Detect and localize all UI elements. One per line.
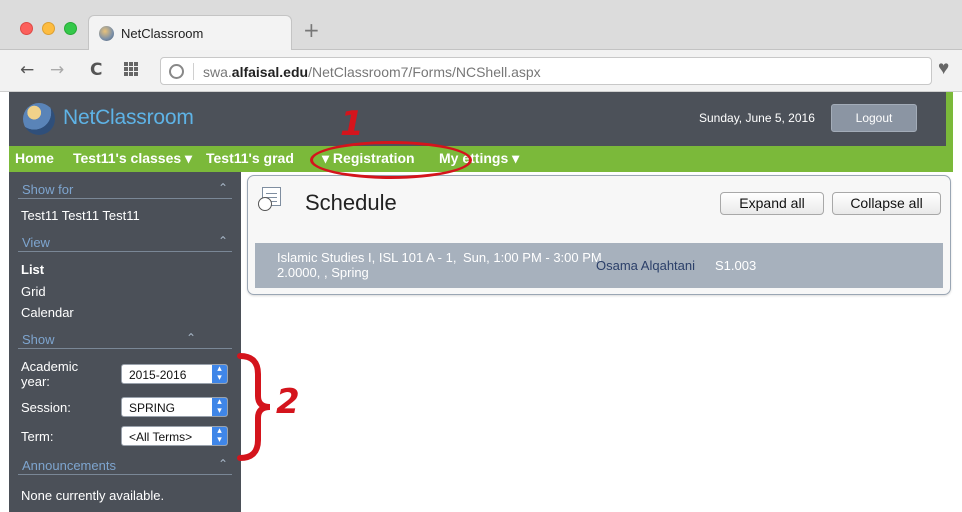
menu-home[interactable]: Home [15,150,54,166]
browser-tab[interactable]: NetClassroom [88,15,292,51]
close-window-button[interactable] [20,22,33,35]
academic-year-label: Academic year: [21,359,79,389]
logout-button[interactable]: Logout [831,104,917,132]
app-name: NetClassroom [63,106,194,129]
show-for-title: Show for [22,182,74,197]
show-title: Show [22,332,55,347]
url-text: swa.alfaisal.edu/NetClassroom7/Forms/NCS… [203,64,541,80]
view-option-grid[interactable]: Grid [21,284,46,299]
session-select[interactable]: SPRING ▴ ▾ [121,397,228,417]
schedule-title: Schedule [305,190,397,215]
view-title: View [22,235,50,250]
main-menu-bar: Home Test11's classes ▾ Test11's grad ▾ … [9,146,953,172]
collapse-chevron-icon[interactable]: ⌃ [186,331,196,345]
schedule-row[interactable]: Islamic Studies I, ISL 101 A - 1, 2.0000… [255,243,943,288]
maximize-window-button[interactable] [64,22,77,35]
course-name: Islamic Studies I, ISL 101 A - 1, 2.0000… [277,250,457,280]
minimize-window-button[interactable] [42,22,55,35]
annotation-brace [237,353,271,461]
collapse-chevron-icon[interactable]: ⌃ [218,457,228,471]
show-for-section-header[interactable]: Show for ⌃ [18,181,232,199]
annotation-marker-1: 1 [340,104,364,144]
view-option-list[interactable]: List [21,262,44,277]
annotation-marker-2: 2 [276,382,300,422]
netclassroom-logo-icon [23,103,55,135]
collapse-all-button[interactable]: Collapse all [832,192,941,215]
app-header: NetClassroom Sunday, June 5, 2016 Logout [9,92,953,146]
menu-classes[interactable]: Test11's classes ▾ [73,150,192,167]
announcements-title: Announcements [22,458,116,473]
select-updown-icon: ▴ ▾ [212,398,227,416]
academic-year-select[interactable]: 2015-2016 ▴ ▾ [121,364,228,384]
select-updown-icon: ▴ ▾ [212,427,227,445]
session-value: SPRING [129,401,176,415]
forward-button[interactable]: → [50,60,64,80]
announcements-section-header[interactable]: Announcements ⌃ [18,457,232,475]
browser-tab-title: NetClassroom [121,26,204,41]
expand-all-button[interactable]: Expand all [720,192,824,215]
room-number: S1.003 [715,258,757,273]
instructor-name[interactable]: Osama Alqahtani [596,258,695,273]
schedule-calendar-icon [258,187,282,211]
annotation-ellipse [310,141,472,179]
session-label: Session: [21,400,71,415]
sidebar: Show for ⌃ Test11 Test11 Test11 View ⌃ L… [9,172,241,512]
favicon-icon [99,26,114,41]
collapse-chevron-icon[interactable]: ⌃ [218,234,228,248]
screenshot-root: NetClassroom + ← → C swa.alfaisal.edu/Ne… [0,0,962,512]
select-updown-icon: ▴ ▾ [212,365,227,383]
collapse-chevron-icon[interactable]: ⌃ [218,181,228,195]
class-time: Sun, 1:00 PM - 3:00 PM [463,250,602,265]
current-date: Sunday, June 5, 2016 [699,111,815,125]
apps-grid-icon[interactable] [124,62,138,76]
address-bar[interactable]: swa.alfaisal.edu/NetClassroom7/Forms/NCS… [160,57,932,85]
bookmark-heart-icon[interactable]: ♥ [938,58,949,80]
browser-toolbar: ← → C swa.alfaisal.edu/NetClassroom7/For… [0,50,962,92]
view-section-header[interactable]: View ⌃ [18,234,232,252]
reload-button[interactable]: C [90,60,102,80]
term-value: <All Terms> [129,430,193,444]
back-button[interactable]: ← [20,60,34,80]
menu-grades[interactable]: Test11's grad [206,150,294,166]
new-tab-button[interactable]: + [303,18,320,42]
show-section-header[interactable]: Show ⌃ [18,331,232,349]
academic-year-value: 2015-2016 [129,368,187,382]
browser-tab-bar: NetClassroom + [0,0,962,51]
url-divider [193,63,194,80]
student-name: Test11 Test11 Test11 [21,208,140,223]
term-select[interactable]: <All Terms> ▴ ▾ [121,426,228,446]
globe-icon [169,64,184,79]
schedule-panel: Schedule Expand all Collapse all Islamic… [247,175,951,295]
view-option-calendar[interactable]: Calendar [21,305,74,320]
term-label: Term: [21,429,54,444]
announcements-text: None currently available. [21,488,165,503]
